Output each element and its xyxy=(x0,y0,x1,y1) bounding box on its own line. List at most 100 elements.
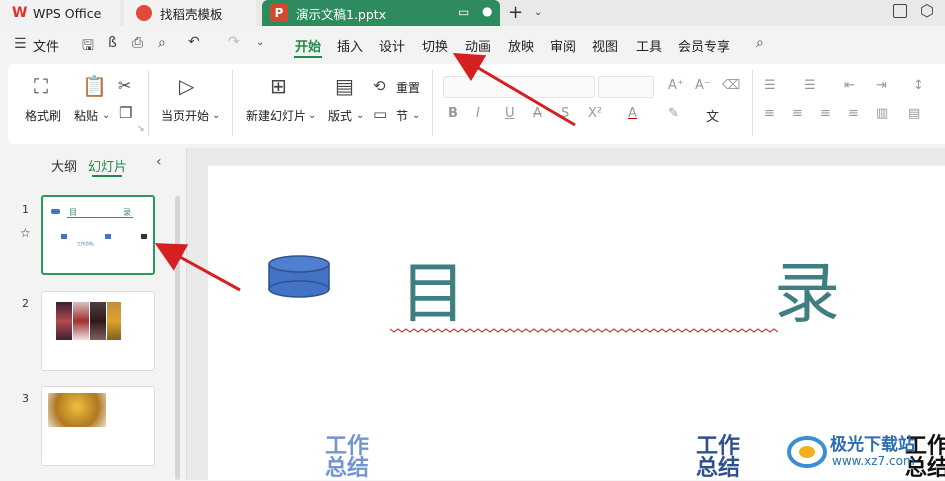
thumb-underline xyxy=(67,217,133,218)
decrease-font-icon[interactable]: A⁻ xyxy=(695,78,711,93)
slide-number: 1 xyxy=(22,203,29,216)
shadow-icon[interactable]: S xyxy=(561,106,569,121)
monitor-icon[interactable]: ▭ xyxy=(458,5,469,19)
indent-decrease-icon[interactable]: ⇤ xyxy=(844,78,855,93)
distribute-icon[interactable]: ▥ xyxy=(876,106,888,121)
cut-icon[interactable]: ✂ xyxy=(118,76,131,95)
play-from-current-label[interactable]: 当页开始 xyxy=(161,107,209,124)
menu-design[interactable]: 设计 xyxy=(379,36,405,55)
line-spacing-icon[interactable]: ↕ xyxy=(913,78,924,93)
hamburger-icon[interactable]: ☰ xyxy=(14,36,27,52)
layout-icon[interactable]: ▤ xyxy=(335,74,354,98)
tab-document-label: 演示文稿1.pptx xyxy=(296,6,387,22)
menu-file[interactable]: 文件 xyxy=(33,36,59,55)
dialog-launcher-icon[interactable]: ↘ xyxy=(137,124,145,134)
slide-title-right[interactable]: 录 xyxy=(774,258,840,330)
search-icon[interactable]: ⌕ xyxy=(756,35,764,51)
undo-icon[interactable]: ↶ xyxy=(188,34,200,50)
thumb-image xyxy=(56,302,72,340)
paste-icon[interactable]: 📋 xyxy=(82,74,107,98)
tab-wps-office[interactable]: W WPS Office xyxy=(0,0,120,26)
tab-document[interactable]: P 演示文稿1.pptx ▭ ● xyxy=(262,0,500,26)
brush-icon[interactable]: ß xyxy=(108,35,117,51)
font-name-select[interactable] xyxy=(443,76,595,98)
cube-icon[interactable]: ⬡ xyxy=(920,1,934,20)
new-slide-icon[interactable]: ⊞ xyxy=(270,74,287,98)
tab-slides[interactable]: 幻灯片 xyxy=(88,156,127,175)
new-tab-icon[interactable]: + xyxy=(508,2,523,23)
chevron-down-icon[interactable]: ⌄ xyxy=(534,7,542,18)
new-slide-label[interactable]: 新建幻灯片 xyxy=(246,107,306,124)
cylinder-shape xyxy=(268,255,330,298)
copy-icon[interactable]: ❐ xyxy=(119,104,132,122)
bold-icon[interactable]: B xyxy=(448,106,458,121)
print-preview-icon[interactable]: ⌕ xyxy=(158,35,166,51)
section-label[interactable]: 节 xyxy=(396,107,408,124)
font-color-icon[interactable]: A xyxy=(628,106,637,121)
increase-font-icon[interactable]: A⁺ xyxy=(668,78,684,93)
new-slide-chevron-icon[interactable]: ⌄ xyxy=(308,110,316,121)
superscript-icon[interactable]: X² xyxy=(588,106,602,121)
reset-icon[interactable]: ⟲ xyxy=(373,77,386,95)
paste-chevron-icon[interactable]: ⌄ xyxy=(102,110,110,121)
slide-thumbnail-3[interactable] xyxy=(41,386,155,466)
panel-icon[interactable] xyxy=(893,4,907,18)
menu-slideshow[interactable]: 放映 xyxy=(508,36,534,55)
layout-label[interactable]: 版式 xyxy=(328,107,352,124)
justify-icon[interactable]: ≡ xyxy=(848,106,859,121)
format-painter-label[interactable]: 格式刷 xyxy=(25,107,61,124)
indent-increase-icon[interactable]: ⇥ xyxy=(876,78,887,93)
pinyin-icon[interactable]: 文 xyxy=(706,106,719,125)
slide-title-left[interactable]: 目 xyxy=(400,258,466,330)
tab-outline[interactable]: 大纲 xyxy=(51,156,77,175)
slide-item-1[interactable]: 工作 总结 xyxy=(325,436,375,480)
menu-transition[interactable]: 切换 xyxy=(422,36,448,55)
menu-member[interactable]: 会员专享 xyxy=(678,36,730,55)
numbering-icon[interactable]: ☰ xyxy=(804,78,816,93)
thumb-image xyxy=(107,302,121,340)
section-icon[interactable]: ▭ xyxy=(373,105,387,123)
clear-format-icon[interactable]: ⌫ xyxy=(722,78,740,93)
underline-icon[interactable]: U xyxy=(505,106,515,121)
menu-bar: ☰ 文件 🖫 ß ⎙ ⌕ ↶ ↷ ⌄ 开始 插入 设计 切换 动画 放映 审阅 … xyxy=(0,26,945,62)
slide-number: 3 xyxy=(22,392,29,405)
slide-item-2[interactable]: 工作 总结 xyxy=(696,436,746,480)
bullets-icon[interactable]: ☰ xyxy=(764,78,776,93)
scrollbar[interactable] xyxy=(175,196,180,480)
align-right-icon[interactable]: ≡ xyxy=(820,106,831,121)
align-center-icon[interactable]: ≡ xyxy=(792,106,803,121)
presentation-icon: P xyxy=(270,4,288,22)
italic-icon[interactable]: I xyxy=(476,106,480,121)
menu-insert[interactable]: 插入 xyxy=(337,36,363,55)
slide-number: 2 xyxy=(22,297,29,310)
slide-thumbnail-1[interactable]: 目 录 工作总结。 xyxy=(41,195,155,275)
format-painter-icon[interactable]: ⛶ xyxy=(34,74,48,98)
menu-home[interactable]: 开始 xyxy=(295,36,321,55)
menu-tools[interactable]: 工具 xyxy=(636,36,662,55)
save-icon[interactable]: 🖫 xyxy=(82,35,94,59)
tab-template[interactable]: 找稻壳模板 xyxy=(124,0,256,26)
thumb-image xyxy=(73,302,89,340)
play-chevron-icon[interactable]: ⌄ xyxy=(212,110,220,121)
paste-label[interactable]: 粘贴 xyxy=(74,107,98,124)
strikethrough-icon[interactable]: A xyxy=(533,106,542,121)
align-left-icon[interactable]: ≡ xyxy=(764,106,775,121)
print-icon[interactable]: ⎙ xyxy=(132,35,143,51)
section-chevron-icon[interactable]: ⌄ xyxy=(412,110,420,121)
tab-wps-label: WPS Office xyxy=(33,5,102,21)
play-icon[interactable]: ▷ xyxy=(179,74,194,98)
slide-thumbnail-2[interactable] xyxy=(41,291,155,371)
star-icon[interactable]: ☆ xyxy=(20,226,31,240)
menu-animation[interactable]: 动画 xyxy=(465,36,491,55)
layout-chevron-icon[interactable]: ⌄ xyxy=(356,110,364,121)
columns-icon[interactable]: ▤ xyxy=(908,106,920,121)
menu-view[interactable]: 视图 xyxy=(592,36,618,55)
menu-review[interactable]: 审阅 xyxy=(550,36,576,55)
collapse-panel-icon[interactable]: ‹ xyxy=(156,154,162,170)
reset-label[interactable]: 重置 xyxy=(396,79,420,96)
thumb-image xyxy=(90,302,106,340)
font-size-select[interactable] xyxy=(598,76,654,98)
quick-access-chevron-icon[interactable]: ⌄ xyxy=(256,37,264,48)
redo-icon[interactable]: ↷ xyxy=(228,34,240,50)
highlight-icon[interactable]: ✎ xyxy=(668,106,679,121)
